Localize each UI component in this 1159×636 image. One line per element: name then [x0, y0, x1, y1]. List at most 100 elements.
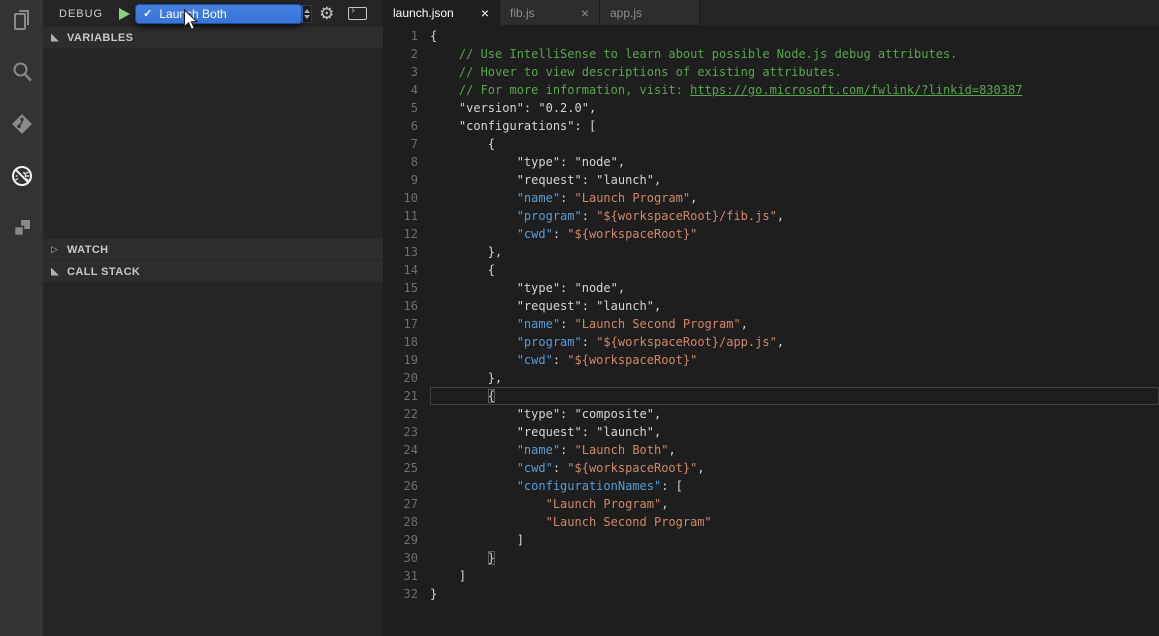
tab-label: fib.js	[510, 6, 535, 20]
editor-group: launch.json × fib.js × app.js 1234567891…	[383, 0, 1159, 636]
line-number[interactable]: 30	[383, 549, 418, 567]
check-icon: ✓	[143, 7, 152, 20]
debug-view-title: DEBUG	[59, 8, 103, 20]
line-number[interactable]: 25	[383, 459, 418, 477]
code-line[interactable]: ]	[430, 567, 1159, 585]
stepper-down-icon	[304, 15, 310, 19]
line-number[interactable]: 7	[383, 135, 418, 153]
twistie-expanded-icon	[51, 34, 59, 42]
search-icon[interactable]	[10, 60, 34, 84]
code-line[interactable]: "type": "node",	[430, 279, 1159, 297]
callstack-section-label: CALL STACK	[67, 266, 140, 278]
tab-bar: launch.json × fib.js × app.js	[383, 0, 1159, 25]
variables-section-header[interactable]: VARIABLES	[43, 27, 383, 48]
line-number[interactable]: 14	[383, 261, 418, 279]
code-line[interactable]: },	[430, 243, 1159, 261]
code-line[interactable]: // Use IntelliSense to learn about possi…	[430, 45, 1159, 63]
line-number[interactable]: 10	[383, 189, 418, 207]
code-line[interactable]: "name": "Launch Second Program",	[430, 315, 1159, 333]
debug-config-dropdown[interactable]: ✓ Launch Both	[135, 4, 302, 24]
line-number[interactable]: 23	[383, 423, 418, 441]
tab-app-js[interactable]: app.js	[600, 0, 700, 25]
tab-fib-js[interactable]: fib.js ×	[500, 0, 600, 25]
line-number[interactable]: 16	[383, 297, 418, 315]
code-line[interactable]: "program": "${workspaceRoot}/app.js",	[430, 333, 1159, 351]
code-line[interactable]: // For more information, visit: https://…	[430, 81, 1159, 99]
code-editor[interactable]: 1234567891011121314151617181920212223242…	[383, 25, 1159, 636]
line-number[interactable]: 3	[383, 63, 418, 81]
code-line[interactable]: {	[430, 387, 1159, 405]
gutter[interactable]: 1234567891011121314151617181920212223242…	[383, 27, 430, 636]
tab-launch-json[interactable]: launch.json ×	[383, 0, 500, 25]
line-number[interactable]: 6	[383, 117, 418, 135]
code-line[interactable]: // Hover to view descriptions of existin…	[430, 63, 1159, 81]
debug-toolbar: DEBUG ✓ Launch Both ⚙ ›	[43, 0, 383, 27]
code-line[interactable]: "Launch Program",	[430, 495, 1159, 513]
code-line[interactable]: {	[430, 135, 1159, 153]
watch-section-header[interactable]: ▷ WATCH	[43, 239, 383, 260]
variables-section-body	[43, 48, 383, 239]
start-debug-button[interactable]	[119, 8, 130, 20]
line-number[interactable]: 12	[383, 225, 418, 243]
twistie-collapsed-icon: ▷	[51, 245, 59, 254]
callstack-section-header[interactable]: CALL STACK	[43, 261, 383, 282]
code-line[interactable]: "request": "launch",	[430, 423, 1159, 441]
source-control-icon[interactable]	[10, 112, 34, 136]
line-number[interactable]: 9	[383, 171, 418, 189]
line-number[interactable]: 32	[383, 585, 418, 603]
code-line[interactable]: }	[430, 549, 1159, 567]
line-number[interactable]: 5	[383, 99, 418, 117]
code-lines: { // Use IntelliSense to learn about pos…	[430, 27, 1159, 636]
line-number[interactable]: 28	[383, 513, 418, 531]
code-line[interactable]: "version": "0.2.0",	[430, 99, 1159, 117]
extensions-icon[interactable]	[10, 216, 34, 240]
variables-section-label: VARIABLES	[67, 32, 133, 44]
code-line[interactable]: "cwd": "${workspaceRoot}",	[430, 459, 1159, 477]
code-line[interactable]: "type": "composite",	[430, 405, 1159, 423]
watch-section-label: WATCH	[67, 244, 109, 256]
twistie-expanded-icon	[51, 268, 59, 276]
code-line[interactable]: "configurationNames": [	[430, 477, 1159, 495]
code-line[interactable]: }	[430, 585, 1159, 603]
line-number[interactable]: 18	[383, 333, 418, 351]
line-number[interactable]: 17	[383, 315, 418, 333]
code-line[interactable]: "configurations": [	[430, 117, 1159, 135]
line-number[interactable]: 22	[383, 405, 418, 423]
line-number[interactable]: 21	[383, 387, 418, 405]
code-line[interactable]: "type": "node",	[430, 153, 1159, 171]
code-line[interactable]: "request": "launch",	[430, 171, 1159, 189]
code-line[interactable]: {	[430, 261, 1159, 279]
line-number[interactable]: 13	[383, 243, 418, 261]
code-line[interactable]: "request": "launch",	[430, 297, 1159, 315]
code-line[interactable]: "Launch Second Program"	[430, 513, 1159, 531]
configure-gear-icon[interactable]: ⚙	[319, 5, 334, 22]
code-line[interactable]: "cwd": "${workspaceRoot}"	[430, 225, 1159, 243]
line-number[interactable]: 19	[383, 351, 418, 369]
code-line[interactable]: {	[430, 27, 1159, 45]
line-number[interactable]: 15	[383, 279, 418, 297]
line-number[interactable]: 8	[383, 153, 418, 171]
close-icon[interactable]: ×	[481, 6, 489, 20]
code-line[interactable]: "program": "${workspaceRoot}/fib.js",	[430, 207, 1159, 225]
line-number[interactable]: 1	[383, 27, 418, 45]
tab-label: launch.json	[393, 6, 454, 20]
line-number[interactable]: 29	[383, 531, 418, 549]
line-number[interactable]: 31	[383, 567, 418, 585]
close-icon[interactable]: ×	[581, 6, 589, 20]
open-debug-console-icon[interactable]: ›	[348, 7, 367, 20]
explorer-icon[interactable]	[10, 8, 34, 32]
line-number[interactable]: 4	[383, 81, 418, 99]
line-number[interactable]: 20	[383, 369, 418, 387]
code-line[interactable]: ]	[430, 531, 1159, 549]
tab-label: app.js	[610, 6, 642, 20]
code-line[interactable]: "cwd": "${workspaceRoot}"	[430, 351, 1159, 369]
line-number[interactable]: 27	[383, 495, 418, 513]
line-number[interactable]: 24	[383, 441, 418, 459]
code-line[interactable]: "name": "Launch Both",	[430, 441, 1159, 459]
code-line[interactable]: },	[430, 369, 1159, 387]
line-number[interactable]: 11	[383, 207, 418, 225]
debug-icon[interactable]	[10, 164, 34, 188]
line-number[interactable]: 2	[383, 45, 418, 63]
code-line[interactable]: "name": "Launch Program",	[430, 189, 1159, 207]
line-number[interactable]: 26	[383, 477, 418, 495]
